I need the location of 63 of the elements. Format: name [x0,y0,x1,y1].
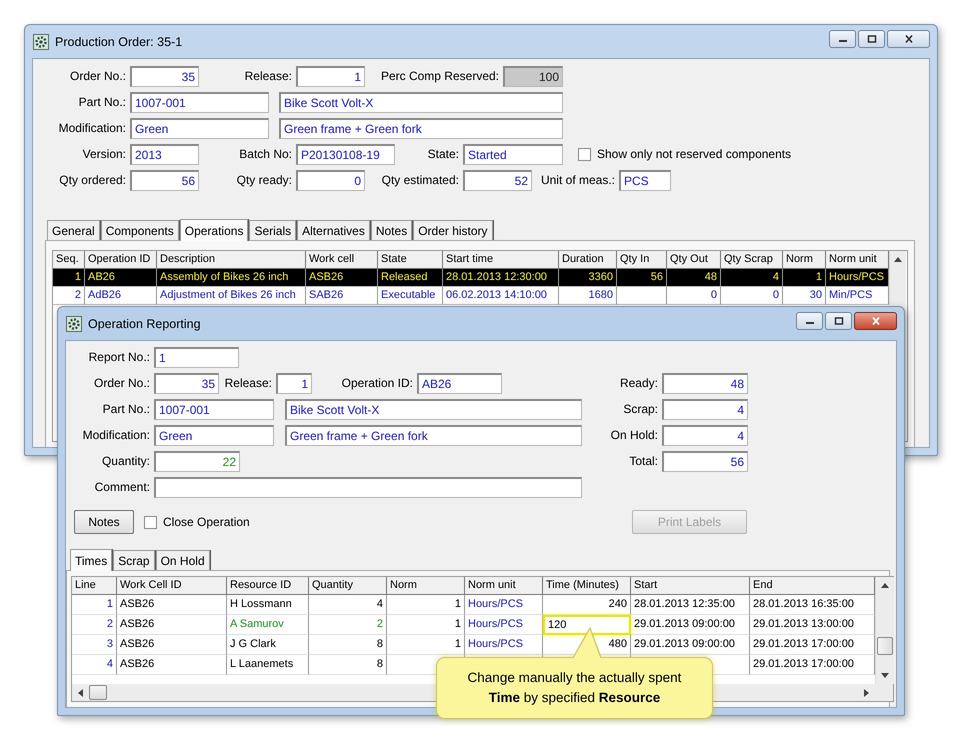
table-cell: 06.02.2013 14:10:00 [443,287,559,305]
field-label: Part No.: [102,402,151,416]
table-cell: 1680 [559,287,617,305]
table-cell: ASB26 [117,615,227,635]
field-label: State: [426,147,460,161]
window-title: Operation Reporting [88,316,201,330]
field-label: Unit of meas.: [540,173,616,187]
table-cell: 1 [387,595,465,615]
field-label: Batch No: [238,147,293,161]
field-label: Order No.: [68,69,127,83]
field-label: Qty ready: [236,173,293,187]
table-cell: Hours/PCS [465,635,543,655]
field-label: Qty ordered: [58,173,127,187]
table-cell: 29.01.2013 09:00:00 [631,615,750,635]
table-cell: 4 [72,655,117,675]
field-label: Version: [82,147,127,161]
table-cell: 8 [309,655,387,675]
table-cell: 29.01.2013 09:00:00 [631,635,750,655]
field-label: On Hold: [610,428,659,442]
table-cell: 0 [667,287,721,305]
table-cell: 1 [387,615,465,635]
field-label: Release: [224,376,273,390]
field-label: Qty estimated: [380,173,460,187]
table-cell: 28.01.2013 12:35:00 [631,595,750,615]
window-title: Production Order: 35-1 [55,34,182,48]
field-label: Comment: [94,480,151,494]
table-cell: 30 [783,287,826,305]
table-cell: SAB26 [306,287,378,305]
table-cell: 2 [53,287,85,305]
field-label: Operation ID: [340,376,414,390]
field-label: Perc Comp Reserved: [380,69,500,83]
field-label: Ready: [618,376,659,390]
checkbox-label: Show only not reserved components [597,147,792,161]
table-cell: L Laanemets [227,655,309,675]
table-cell: ASB26 [117,655,227,675]
table-cell: 2 [72,615,117,635]
table-cell: Executable [378,287,443,305]
table-cell: ASB26 [117,595,227,615]
table-cell: 1 [72,595,117,615]
table-cell: A Samurov [227,615,309,635]
hint-tooltip: Change manually the actually spent Time by specified Resource [436,657,713,719]
checkbox-label: Close Operation [163,515,250,529]
field-label: Scrap: [622,402,659,416]
table-cell: Hours/PCS [465,595,543,615]
table-cell: 1 [387,635,465,655]
table-cell: AdB26 [85,287,157,305]
field-label: Modification: [82,428,151,442]
field-label: Release: [244,69,293,83]
table-cell: 3 [72,635,117,655]
table-cell: 2 [309,615,387,635]
table-cell: H Lossmann [227,595,309,615]
field-label: Order No.: [92,376,151,390]
field-label: Quantity: [100,454,151,468]
field-label: Total: [628,454,659,468]
table-cell: 8 [309,635,387,655]
table-cell: J G Clark [227,635,309,655]
field-label: Part No.: [78,95,127,109]
field-label: Modification: [58,121,127,135]
table-cell: ASB26 [117,635,227,655]
table-cell: 0 [721,287,783,305]
table-cell: Adjustment of Bikes 26 inch [157,287,306,305]
table-cell: 4 [309,595,387,615]
field-label: Report No.: [88,350,151,364]
